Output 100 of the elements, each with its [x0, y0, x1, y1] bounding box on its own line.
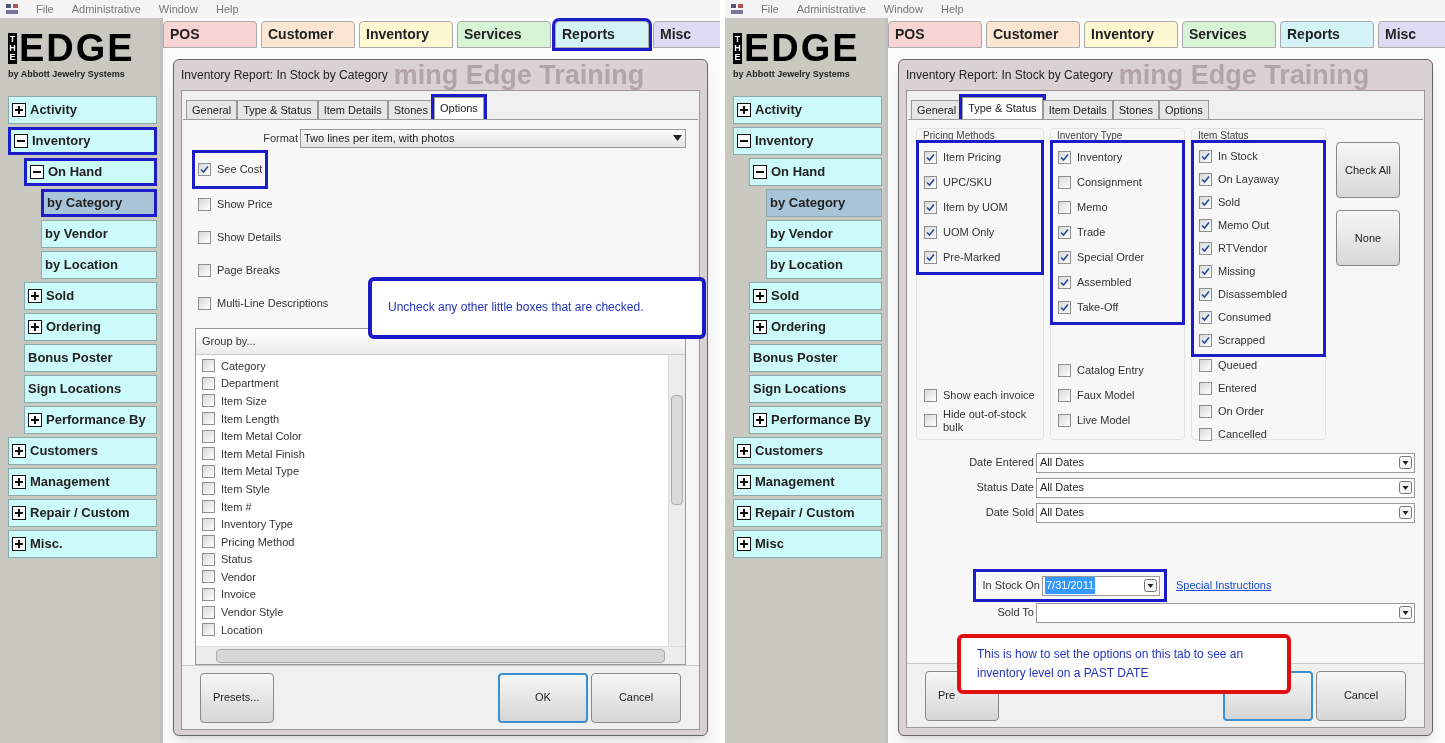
checkbox[interactable]	[1058, 251, 1071, 264]
checkbox[interactable]	[1199, 382, 1212, 395]
link[interactable]: Special Instructions	[1176, 577, 1272, 594]
menu-item[interactable]: Help	[215, 0, 239, 18]
tab[interactable]: Type & Status	[962, 97, 1043, 119]
checkbox[interactable]	[1058, 389, 1071, 402]
menu-item[interactable]: File	[761, 0, 779, 18]
nav-item[interactable]: Misc.	[8, 530, 157, 558]
checkbox[interactable]	[1199, 265, 1212, 278]
menu-item[interactable]: Window	[883, 0, 923, 18]
scrollbar-thumb[interactable]	[671, 395, 683, 505]
module-tab[interactable]: Misc	[1378, 21, 1445, 48]
menu-item[interactable]: File	[36, 0, 54, 18]
checkbox[interactable]	[924, 201, 937, 214]
nav-item[interactable]: Bonus Poster	[749, 344, 882, 372]
nav-item[interactable]: Management	[8, 468, 157, 496]
checkbox[interactable]	[1199, 405, 1212, 418]
checkbox[interactable]	[202, 376, 215, 390]
nav-item[interactable]: Sold	[24, 282, 157, 310]
nav-item[interactable]: by Location	[41, 251, 157, 279]
checkbox[interactable]	[924, 151, 937, 164]
nav-item[interactable]: On Hand	[749, 158, 882, 186]
nav-item[interactable]: by Vendor	[41, 220, 157, 248]
nav-item[interactable]: Customers	[733, 437, 882, 465]
checkbox[interactable]	[202, 412, 215, 426]
date-dropdown[interactable]: All Dates	[1036, 502, 1415, 523]
scrollbar[interactable]	[196, 646, 685, 664]
checkbox[interactable]	[202, 623, 215, 637]
nav-item[interactable]: Sold	[749, 282, 882, 310]
checkbox[interactable]	[202, 517, 215, 531]
checkbox[interactable]	[1199, 150, 1212, 163]
checkbox[interactable]	[202, 570, 215, 584]
tab[interactable]: Item Details	[1042, 100, 1113, 119]
tab[interactable]: Stones	[1112, 100, 1159, 119]
checkbox[interactable]	[924, 389, 937, 402]
checkbox[interactable]	[198, 231, 211, 244]
checkbox[interactable]	[202, 552, 215, 566]
module-tab[interactable]: Inventory	[1084, 21, 1178, 48]
nav-item[interactable]: Activity	[733, 96, 882, 124]
checkbox[interactable]	[924, 414, 937, 427]
module-tab[interactable]: Services	[457, 21, 551, 48]
checkbox[interactable]	[198, 264, 211, 277]
checkbox[interactable]	[1199, 173, 1212, 186]
checkbox[interactable]	[1058, 276, 1071, 289]
checkbox[interactable]	[202, 359, 215, 373]
scrollbar[interactable]	[668, 355, 685, 646]
checkbox[interactable]	[1058, 364, 1071, 377]
checkbox[interactable]	[202, 535, 215, 549]
nav-item[interactable]: Repair / Custom	[8, 499, 157, 527]
checkbox[interactable]	[202, 588, 215, 601]
module-tab[interactable]: Reports	[1280, 21, 1374, 48]
tab[interactable]: Type & Status	[237, 100, 318, 119]
nav-item[interactable]: Inventory	[8, 127, 157, 155]
checkbox[interactable]	[202, 605, 215, 619]
dropdown-field[interactable]	[1036, 602, 1415, 623]
date-dropdown[interactable]: All Dates	[1036, 477, 1415, 498]
checkbox[interactable]	[202, 500, 215, 514]
button[interactable]: None	[1336, 210, 1400, 266]
checkbox[interactable]	[1058, 301, 1071, 314]
nav-item[interactable]: Repair / Custom	[733, 499, 882, 527]
checkbox[interactable]	[924, 176, 937, 189]
checkbox[interactable]	[1199, 242, 1212, 255]
checkbox[interactable]	[924, 251, 937, 264]
button[interactable]: Check All	[1336, 142, 1400, 198]
tab[interactable]: Item Details	[317, 100, 388, 119]
checkbox[interactable]	[1058, 414, 1071, 427]
module-tab[interactable]: Reports	[555, 21, 649, 48]
tab[interactable]: Stones	[387, 100, 434, 119]
checkbox[interactable]	[202, 482, 215, 496]
checkbox[interactable]	[1199, 196, 1212, 209]
module-tab[interactable]: POS	[163, 21, 257, 48]
date-dropdown[interactable]: All Dates	[1036, 452, 1415, 473]
menu-item[interactable]: Administrative	[796, 0, 866, 18]
nav-item[interactable]: by Vendor	[766, 220, 882, 248]
checkbox[interactable]	[1199, 359, 1212, 372]
nav-item[interactable]: Performance By	[749, 406, 882, 434]
nav-item[interactable]: Sign Locations	[24, 375, 157, 403]
nav-item[interactable]: Misc	[733, 530, 882, 558]
nav-item[interactable]: Management	[733, 468, 882, 496]
nav-item[interactable]: On Hand	[24, 158, 157, 186]
nav-item[interactable]: by Category	[766, 189, 882, 217]
nav-item[interactable]: Bonus Poster	[24, 344, 157, 372]
checkbox[interactable]	[1199, 219, 1212, 232]
checkbox[interactable]	[198, 163, 211, 176]
nav-item[interactable]: Customers	[8, 437, 157, 465]
checkbox[interactable]	[924, 226, 937, 239]
checkbox[interactable]	[1199, 288, 1212, 301]
tab[interactable]: Options	[433, 97, 484, 119]
checkbox[interactable]	[198, 198, 211, 211]
nav-item[interactable]: Ordering	[749, 313, 882, 341]
checkbox[interactable]	[1058, 201, 1071, 214]
nav-item[interactable]: Inventory	[733, 127, 882, 155]
checkbox[interactable]	[1058, 151, 1071, 164]
nav-item[interactable]: Activity	[8, 96, 157, 124]
checkbox[interactable]	[1199, 311, 1212, 324]
module-tab[interactable]: Customer	[261, 21, 355, 48]
scrollbar-thumb[interactable]	[216, 648, 665, 663]
nav-item[interactable]: by Location	[766, 251, 882, 279]
checkbox[interactable]	[202, 464, 215, 478]
checkbox[interactable]	[198, 297, 211, 310]
